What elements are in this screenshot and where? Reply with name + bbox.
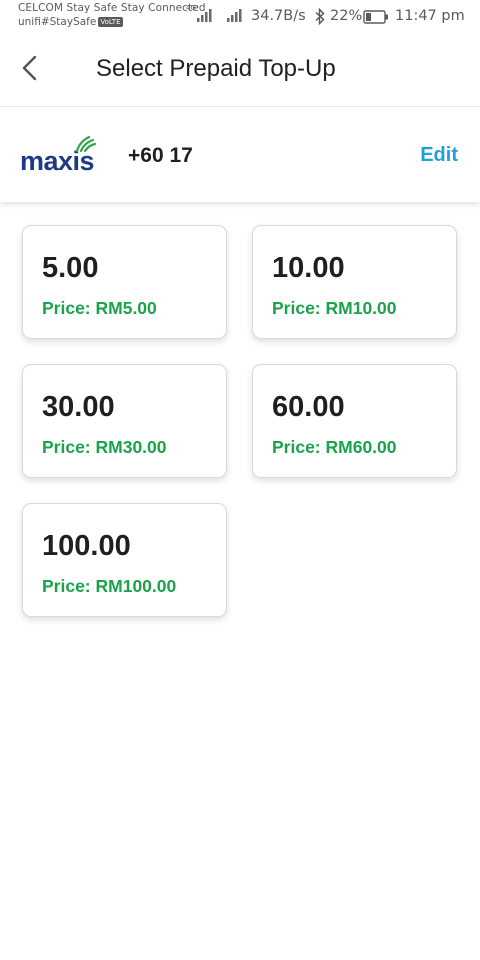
account-bar: maxis +60 17 Edit [0, 108, 480, 202]
topup-price: Price: RM100.00 [42, 576, 177, 596]
topup-price: Price: RM60.00 [272, 437, 397, 457]
maxis-logo: maxis [20, 136, 110, 182]
topup-card-30[interactable]: 30.00 Price: RM30.00 [22, 364, 227, 478]
topup-card-5[interactable]: 5.00 Price: RM5.00 [22, 225, 227, 339]
topup-amount: 10.00 [272, 252, 345, 284]
back-button[interactable] [14, 50, 46, 86]
edit-button[interactable]: Edit [420, 144, 458, 167]
topup-amount: 5.00 [42, 252, 99, 284]
clock: 11:47 pm [395, 8, 465, 24]
status-bar: CELCOM Stay Safe Stay Connected unifi#St… [0, 0, 480, 34]
volte-badge: VoLTE [98, 17, 123, 27]
signal-icon [227, 9, 242, 22]
topup-price: Price: RM5.00 [42, 298, 157, 318]
screen: CELCOM Stay Safe Stay Connected unifi#St… [0, 0, 480, 960]
topup-amount: 100.00 [42, 530, 131, 562]
topup-card-10[interactable]: 10.00 Price: RM10.00 [252, 225, 457, 339]
page-title: Select Prepaid Top-Up [96, 55, 336, 82]
carrier-name-secondary: unifi#StaySafe VoLTE [18, 16, 123, 28]
battery-icon [363, 10, 388, 24]
carrier-name-2: unifi#StaySafe [18, 16, 97, 28]
signal-icon [197, 9, 212, 22]
topup-price: Price: RM10.00 [272, 298, 397, 318]
leaf-icon [75, 136, 96, 152]
phone-number: +60 17 [128, 144, 193, 167]
topup-card-100[interactable]: 100.00 Price: RM100.00 [22, 503, 227, 617]
battery-percent: 22% [330, 8, 363, 24]
topup-price: Price: RM30.00 [42, 437, 167, 457]
app-header: Select Prepaid Top-Up [0, 34, 480, 107]
network-speed: 34.7B/s [251, 8, 306, 24]
topup-amount: 60.00 [272, 391, 345, 423]
chevron-left-icon [22, 55, 37, 81]
carrier-name: CELCOM Stay Safe Stay Connected [18, 2, 206, 14]
bluetooth-icon [315, 8, 325, 25]
topup-card-60[interactable]: 60.00 Price: RM60.00 [252, 364, 457, 478]
topup-amount: 30.00 [42, 391, 115, 423]
